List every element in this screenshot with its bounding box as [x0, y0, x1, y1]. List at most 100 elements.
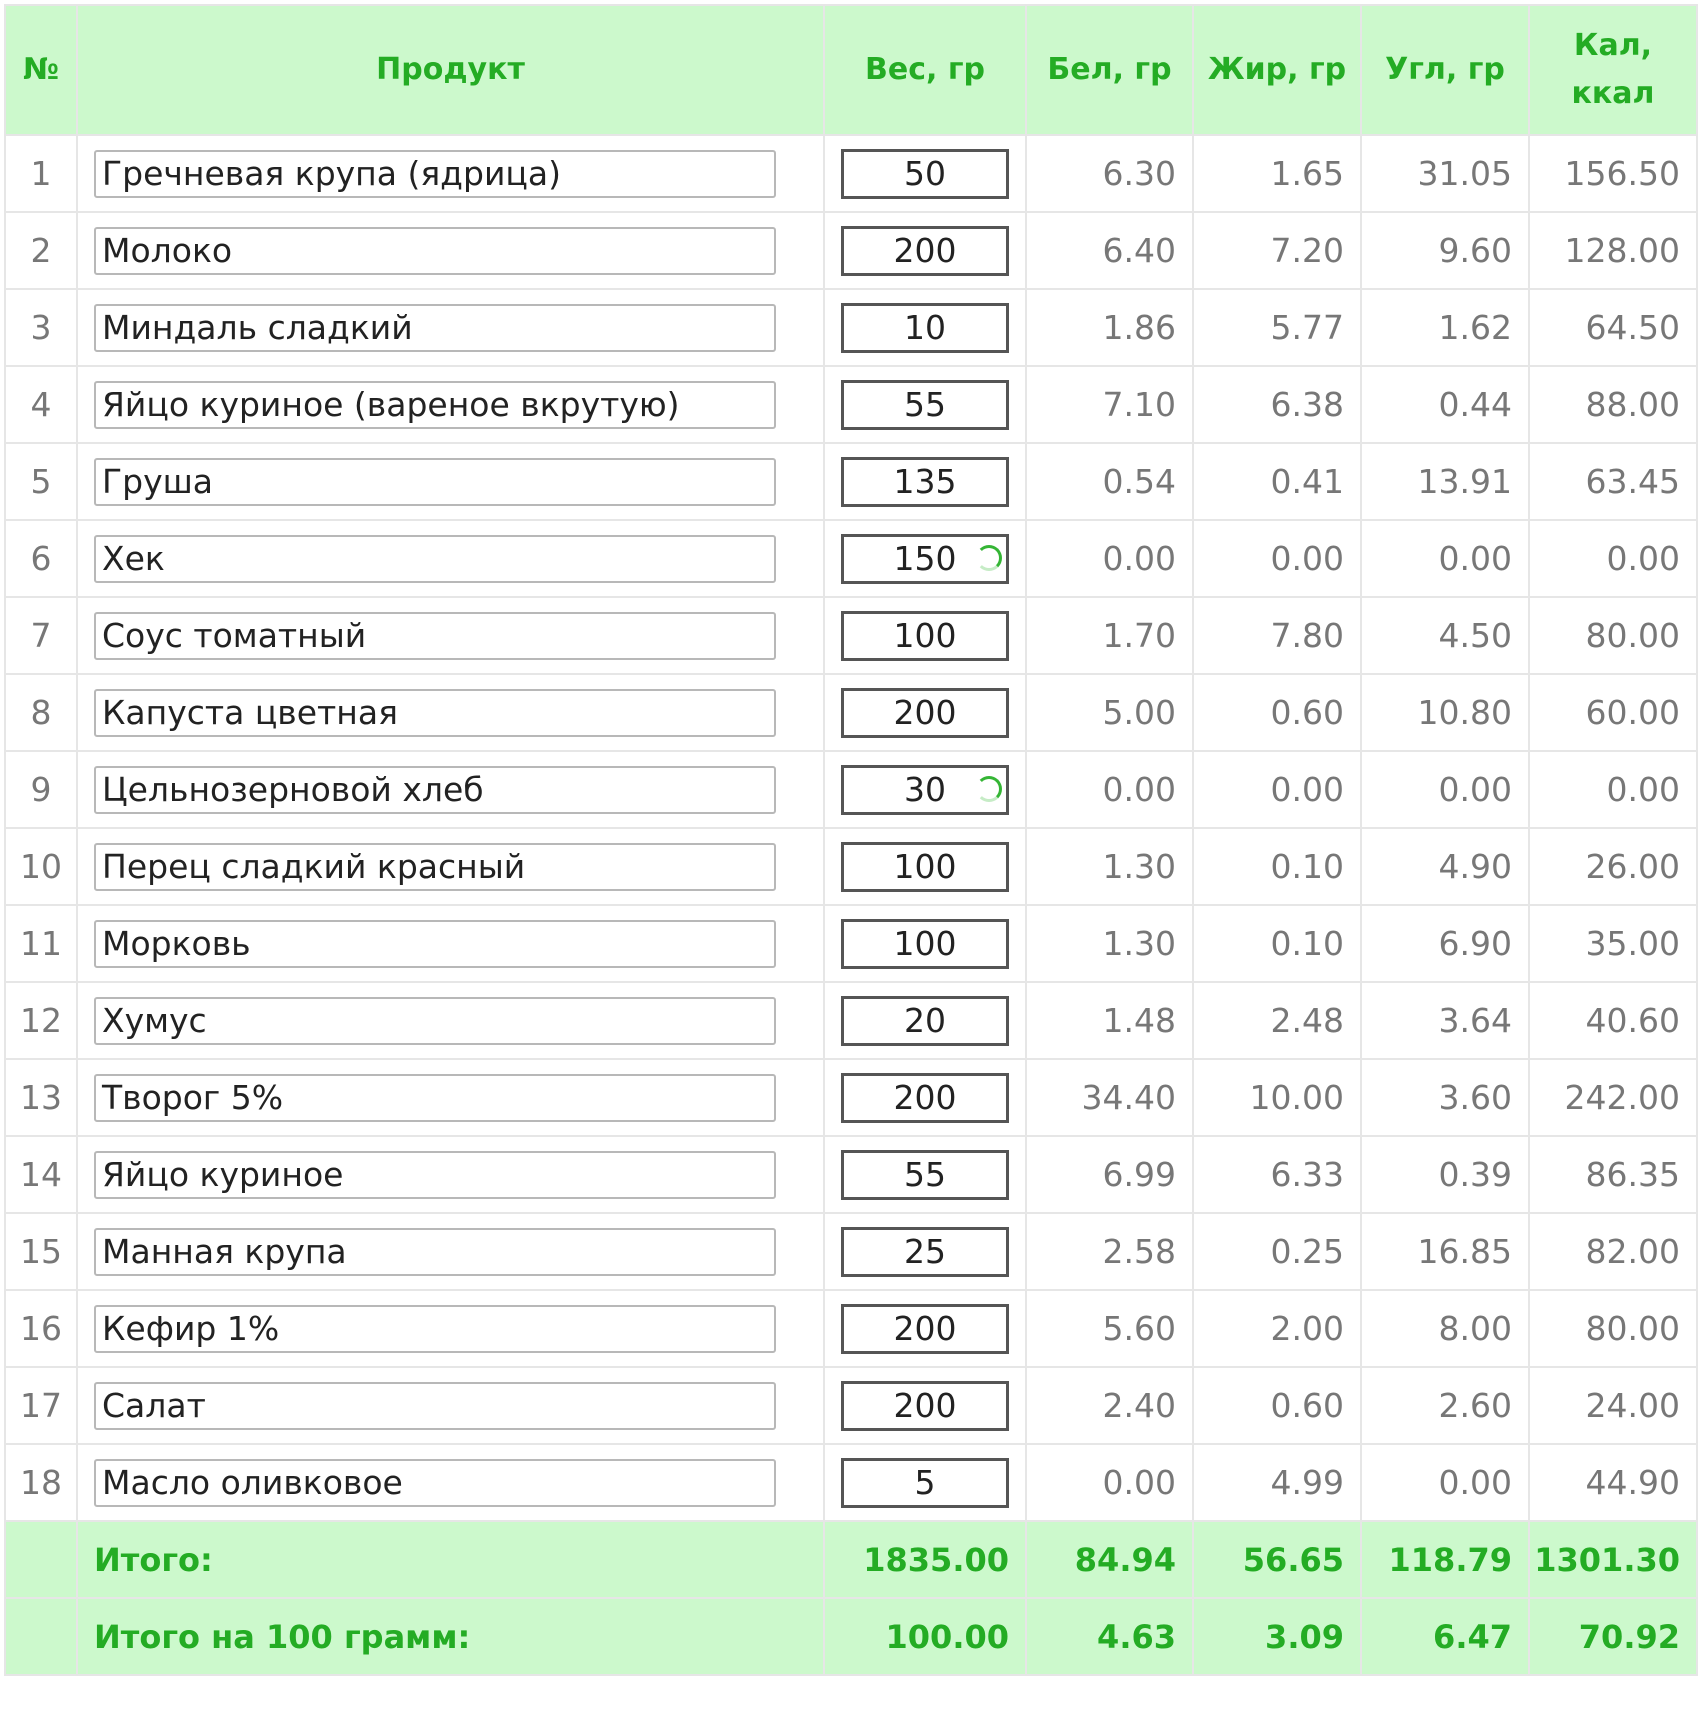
product-input[interactable]: Салат — [94, 1381, 776, 1430]
weight-input[interactable]: 200 — [841, 1303, 1009, 1354]
protein-value: 1.30 — [1025, 827, 1194, 906]
table-row: 6 Хек 150 0.00 0.00 0.00 0.00 — [4, 519, 1698, 598]
table-row: 8 Капуста цветная 200 5.00 0.60 10.80 60.00 — [4, 673, 1698, 752]
fat-value: 2.48 — [1192, 981, 1362, 1060]
row-number: 18 — [4, 1443, 78, 1522]
product-cell: Манная крупа — [76, 1212, 825, 1291]
weight-input[interactable]: 200 — [841, 1380, 1009, 1431]
product-cell: Творог 5% — [76, 1058, 825, 1137]
carbs-value: 6.90 — [1360, 904, 1530, 983]
weight-input[interactable]: 135 — [841, 456, 1009, 507]
weight-value: 100 — [893, 923, 957, 963]
protein-value: 6.40 — [1025, 211, 1194, 290]
weight-input[interactable]: 30 — [841, 764, 1009, 815]
table-row: 18 Масло оливковое 5 0.00 4.99 0.00 44.90 — [4, 1443, 1698, 1522]
weight-value: 200 — [893, 230, 957, 270]
weight-input[interactable]: 10 — [841, 302, 1009, 353]
weight-value: 100 — [893, 615, 957, 655]
weight-input[interactable]: 100 — [841, 610, 1009, 661]
table-header: № Продукт Вес, гр Бел, гр Жир, гр Угл, г… — [4, 4, 1698, 136]
fat-value: 0.60 — [1192, 1366, 1362, 1445]
product-input[interactable]: Яйцо куриное — [94, 1150, 776, 1199]
carbs-value: 31.05 — [1360, 134, 1530, 213]
fat-value: 6.38 — [1192, 365, 1362, 444]
weight-cell: 200 — [823, 1366, 1027, 1445]
weight-input[interactable]: 200 — [841, 225, 1009, 276]
weight-cell: 5 — [823, 1443, 1027, 1522]
fat-value: 4.99 — [1192, 1443, 1362, 1522]
product-input[interactable]: Миндаль сладкий — [94, 303, 776, 352]
total-kcal: 1301.30 — [1528, 1520, 1698, 1599]
header-weight: Вес, гр — [823, 4, 1027, 136]
fat-value: 7.20 — [1192, 211, 1362, 290]
weight-input[interactable]: 100 — [841, 918, 1009, 969]
weight-cell: 55 — [823, 1135, 1027, 1214]
row-number: 11 — [4, 904, 78, 983]
product-cell: Миндаль сладкий — [76, 288, 825, 367]
product-input[interactable]: Кефир 1% — [94, 1304, 776, 1353]
weight-input[interactable]: 20 — [841, 995, 1009, 1046]
weight-input[interactable]: 100 — [841, 841, 1009, 892]
product-input[interactable]: Соус томатный — [94, 611, 776, 660]
product-input[interactable]: Капуста цветная — [94, 688, 776, 737]
product-input[interactable]: Хек — [94, 534, 776, 583]
carbs-value: 10.80 — [1360, 673, 1530, 752]
weight-cell: 25 — [823, 1212, 1027, 1291]
row-number: 12 — [4, 981, 78, 1060]
table-row: 17 Салат 200 2.40 0.60 2.60 24.00 — [4, 1366, 1698, 1445]
total-protein: 4.63 — [1025, 1597, 1194, 1676]
protein-value: 7.10 — [1025, 365, 1194, 444]
carbs-value: 1.62 — [1360, 288, 1530, 367]
fat-value: 7.80 — [1192, 596, 1362, 675]
product-input[interactable]: Морковь — [94, 919, 776, 968]
protein-value: 6.99 — [1025, 1135, 1194, 1214]
product-input[interactable]: Масло оливковое — [94, 1458, 776, 1507]
product-input[interactable]: Молоко — [94, 226, 776, 275]
carbs-value: 3.64 — [1360, 981, 1530, 1060]
carbs-value: 2.60 — [1360, 1366, 1530, 1445]
product-cell: Хумус — [76, 981, 825, 1060]
row-number: 2 — [4, 211, 78, 290]
row-number: 1 — [4, 134, 78, 213]
product-input[interactable]: Гречневая крупа (ядрица) — [94, 149, 776, 198]
kcal-value: 80.00 — [1528, 596, 1698, 675]
kcal-value: 242.00 — [1528, 1058, 1698, 1137]
weight-cell: 50 — [823, 134, 1027, 213]
weight-input[interactable]: 55 — [841, 1149, 1009, 1200]
product-input[interactable]: Яйцо куриное (вареное вкрутую) — [94, 380, 776, 429]
weight-value: 55 — [904, 1154, 946, 1194]
carbs-value: 3.60 — [1360, 1058, 1530, 1137]
weight-cell: 200 — [823, 1289, 1027, 1368]
product-input[interactable]: Груша — [94, 457, 776, 506]
table-row: 7 Соус томатный 100 1.70 7.80 4.50 80.00 — [4, 596, 1698, 675]
weight-input[interactable]: 200 — [841, 687, 1009, 738]
weight-input[interactable]: 25 — [841, 1226, 1009, 1277]
table-body: 1 Гречневая крупа (ядрица) 50 6.30 1.65 31.05… — [4, 134, 1698, 1522]
row-number: 9 — [4, 750, 78, 829]
table-row: 9 Цельнозерновой хлеб 30 0.00 0.00 0.00 0.00 — [4, 750, 1698, 829]
nutrition-table: № Продукт Вес, гр Бел, гр Жир, гр Угл, г… — [4, 4, 1698, 1676]
kcal-value: 128.00 — [1528, 211, 1698, 290]
product-input[interactable]: Цельнозерновой хлеб — [94, 765, 776, 814]
fat-value: 10.00 — [1192, 1058, 1362, 1137]
product-input[interactable]: Манная крупа — [94, 1227, 776, 1276]
product-input[interactable]: Перец сладкий красный — [94, 842, 776, 891]
product-input[interactable]: Хумус — [94, 996, 776, 1045]
weight-input[interactable]: 50 — [841, 148, 1009, 199]
protein-value: 0.54 — [1025, 442, 1194, 521]
weight-input[interactable]: 150 — [841, 533, 1009, 584]
fat-value: 1.65 — [1192, 134, 1362, 213]
carbs-value: 4.90 — [1360, 827, 1530, 906]
weight-value: 200 — [893, 1385, 957, 1425]
row-number: 10 — [4, 827, 78, 906]
weight-input[interactable]: 5 — [841, 1457, 1009, 1508]
kcal-value: 40.60 — [1528, 981, 1698, 1060]
carbs-value: 13.91 — [1360, 442, 1530, 521]
weight-input[interactable]: 55 — [841, 379, 1009, 430]
total-kcal: 70.92 — [1528, 1597, 1698, 1676]
weight-input[interactable]: 200 — [841, 1072, 1009, 1123]
kcal-value: 35.00 — [1528, 904, 1698, 983]
header-kcal-line1: Кал, — [1573, 28, 1653, 63]
product-input[interactable]: Творог 5% — [94, 1073, 776, 1122]
weight-value: 5 — [914, 1462, 936, 1502]
